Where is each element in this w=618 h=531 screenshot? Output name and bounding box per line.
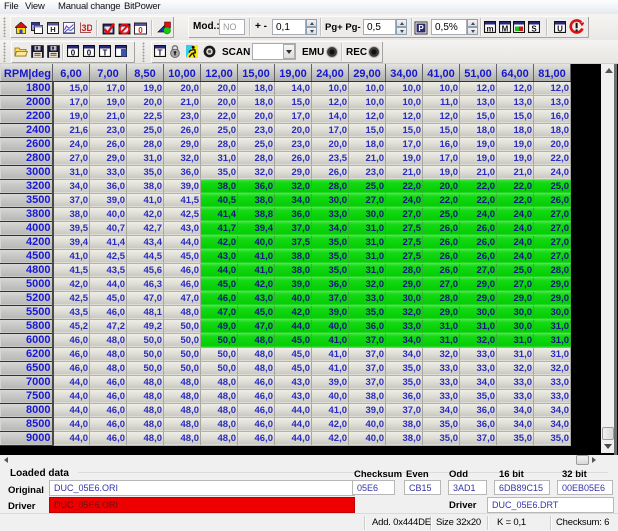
svg-text:U: U — [557, 25, 563, 34]
svg-text:S: S — [531, 25, 537, 34]
svg-text:P: P — [418, 24, 424, 33]
svg-text:0: 0 — [138, 26, 143, 35]
svg-text:H: H — [50, 25, 55, 34]
svg-text:T: T — [158, 49, 163, 58]
svg-text:0: 0 — [87, 49, 92, 58]
svg-text:0: 0 — [71, 49, 76, 58]
svg-text:T: T — [103, 49, 108, 58]
svg-text:M: M — [502, 25, 509, 34]
svg-text:m: m — [486, 25, 493, 34]
svg-text:3D: 3D — [82, 23, 93, 33]
